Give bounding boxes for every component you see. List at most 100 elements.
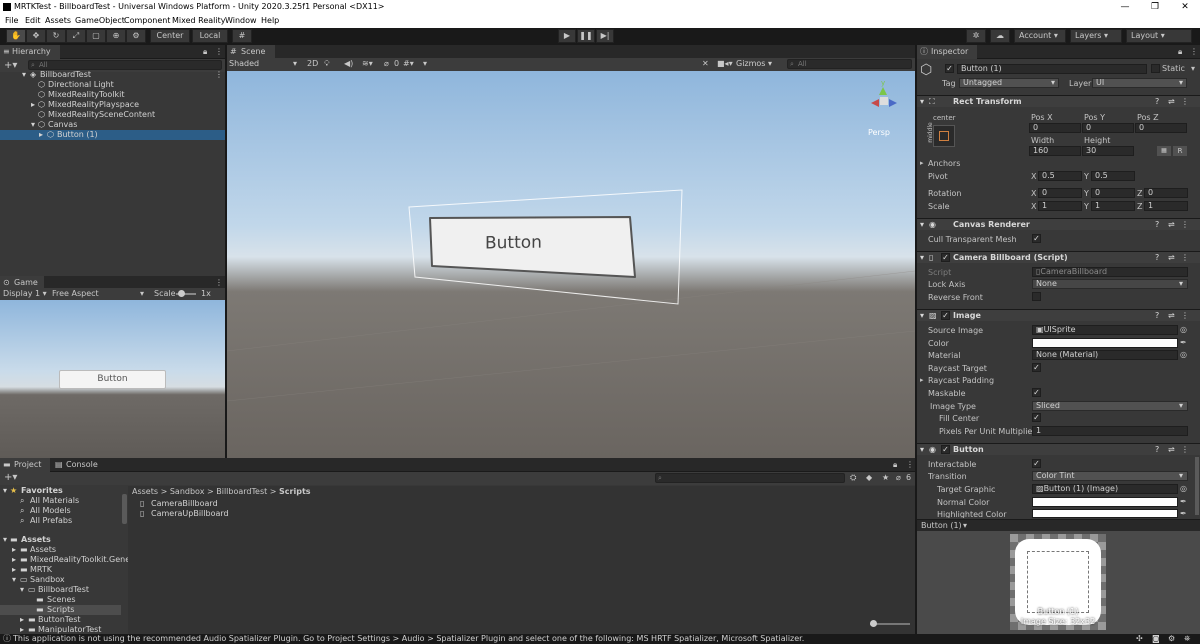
scale-x-input[interactable]: 1 — [1038, 201, 1082, 211]
highlighted-color-swatch[interactable] — [1032, 509, 1178, 518]
tree-item[interactable]: ▸ ▬ ManipulatorTest — [0, 625, 128, 634]
expand-icon[interactable]: ▸ — [20, 625, 24, 634]
eyedropper-icon[interactable]: ✒ — [1180, 509, 1187, 518]
preset-icon[interactable]: ⇌ — [1168, 310, 1175, 322]
object-name-input[interactable]: Button (1) — [957, 64, 1147, 74]
tab-hierarchy[interactable]: ≡ Hierarchy — [0, 45, 60, 59]
expand-icon[interactable]: ▸ — [12, 545, 16, 555]
effects-icon[interactable]: ≋▾ — [362, 59, 373, 68]
source-image-field[interactable]: ▣UISprite — [1032, 325, 1178, 335]
hierarchy-search-input[interactable]: ⌕ All — [28, 60, 222, 70]
component-enabled-checkbox[interactable]: ✓ — [941, 311, 950, 320]
expand-icon[interactable]: ▾ — [920, 96, 924, 108]
scene-options-icon[interactable]: ▾ — [423, 59, 427, 68]
filter-type-icon[interactable]: ⛭ — [850, 473, 856, 483]
cache-icon[interactable]: ◙ — [1152, 634, 1160, 644]
image-header[interactable]: ▾ ▨ ✓ Image ? ⇌ ⋮ — [917, 309, 1200, 321]
lock-icon[interactable]: 🔒︎ — [203, 47, 207, 57]
game-button[interactable]: Button — [59, 370, 166, 389]
tree-item[interactable]: ▸ ▬ Assets — [0, 545, 128, 555]
expand-icon[interactable]: ▾ — [920, 219, 924, 231]
expand-icon[interactable]: ▸ — [20, 615, 24, 625]
scene-viewport[interactable]: Button y Persp — [227, 71, 915, 458]
tree-item[interactable]: ▾ ▭ Sandbox — [0, 575, 128, 585]
reverse-front-checkbox[interactable] — [1032, 292, 1041, 301]
tab-scene[interactable]: # Scene — [227, 45, 275, 59]
layers-dropdown[interactable]: Layers ▾ — [1070, 29, 1122, 43]
grid-snap-icon[interactable]: # — [232, 29, 252, 43]
kebab-menu-icon[interactable]: ⋮ — [1181, 310, 1189, 322]
gizmos-dropdown[interactable]: Gizmos ▾ — [736, 59, 772, 68]
hidden-packages-icon[interactable]: ⌀ — [896, 473, 901, 482]
object-picker-icon[interactable]: ◎ — [1180, 484, 1187, 493]
menu-help[interactable]: Help — [261, 16, 279, 25]
icon-size-slider-handle[interactable] — [870, 620, 877, 627]
pause-button[interactable]: ❚❚ — [577, 29, 595, 43]
expand-icon[interactable]: ▾ — [3, 486, 7, 496]
kebab-menu-icon[interactable]: ⋮ — [215, 70, 223, 80]
posz-input[interactable]: 0 — [1135, 123, 1187, 133]
help-icon[interactable]: ? — [1155, 96, 1159, 108]
aspect-dropdown[interactable]: Free Aspect ▾ — [52, 289, 148, 298]
kebab-menu-icon[interactable]: ⋮ — [215, 47, 223, 56]
scale-z-input[interactable]: 1 — [1144, 201, 1188, 211]
expand-icon[interactable]: ▸ — [920, 159, 924, 167]
expand-icon[interactable]: ▸ — [39, 130, 43, 140]
cloud-icon[interactable]: ☁ — [990, 29, 1010, 43]
rot-z-input[interactable]: 0 — [1144, 188, 1188, 198]
expand-icon[interactable]: ▾ — [3, 535, 7, 545]
rotate-tool-icon[interactable]: ↻ — [46, 29, 66, 43]
lock-icon[interactable]: 🔒︎ — [893, 460, 897, 470]
normal-color-swatch[interactable] — [1032, 497, 1178, 507]
favorite-item[interactable]: ⌕ All Prefabs — [0, 516, 128, 526]
hierarchy-item-mixedrealityplayspace[interactable]: ▸ ⬡ MixedRealityPlayspace — [0, 100, 225, 110]
projection-label[interactable]: Persp — [868, 128, 890, 137]
canvas-renderer-header[interactable]: ▾ ◉ Canvas Renderer ? ⇌ ⋮ — [917, 218, 1200, 230]
lock-icon[interactable]: 🔒︎ — [1178, 47, 1182, 57]
eyedropper-icon[interactable]: ✒ — [1180, 497, 1187, 506]
minimize-button[interactable]: — — [1110, 0, 1140, 14]
game-viewport[interactable]: Button — [0, 300, 225, 458]
component-enabled-checkbox[interactable]: ✓ — [941, 253, 950, 262]
fill-center-checkbox[interactable]: ✓ — [1032, 413, 1041, 422]
mode-2d-button[interactable]: 2D — [307, 59, 318, 68]
hierarchy-item-directional-light[interactable]: ⬡ Directional Light — [0, 80, 225, 90]
scene-search-input[interactable]: ⌕ All — [787, 59, 912, 69]
audio-icon[interactable]: ◀) — [344, 59, 353, 68]
menu-file[interactable]: File — [5, 16, 18, 25]
active-checkbox[interactable]: ✓ — [945, 64, 954, 73]
menu-mixed-reality[interactable]: Mixed Reality — [172, 16, 226, 25]
static-checkbox[interactable] — [1151, 64, 1160, 73]
raw-edit-button[interactable]: R — [1173, 146, 1187, 156]
breadcrumb-item[interactable]: BillboardTest — [216, 487, 267, 496]
chevron-down-icon[interactable]: ▾ — [1191, 64, 1195, 73]
blueprint-mode-icon[interactable]: ▦ — [1157, 146, 1171, 156]
kebab-menu-icon[interactable]: ⋮ — [1181, 252, 1189, 264]
tab-console[interactable]: ▤ Console — [52, 458, 98, 471]
preset-icon[interactable]: ⇌ — [1168, 219, 1175, 231]
posx-input[interactable]: 0 — [1029, 123, 1081, 133]
menu-assets[interactable]: Assets — [45, 16, 71, 25]
component-enabled-checkbox[interactable]: ✓ — [941, 445, 950, 454]
expand-icon[interactable]: ▾ — [12, 575, 16, 585]
grid-toggle-icon[interactable]: #▾ — [403, 59, 414, 68]
kebab-menu-icon[interactable]: ⋮ — [1181, 219, 1189, 231]
custom-tool-icon[interactable]: ⚙ — [126, 29, 146, 43]
step-button[interactable]: ▶| — [596, 29, 614, 43]
maskable-checkbox[interactable]: ✓ — [1032, 388, 1041, 397]
eyedropper-icon[interactable]: ✒ — [1180, 338, 1187, 347]
menu-edit[interactable]: Edit — [25, 16, 41, 25]
status-bar[interactable]: ⓘ This application is not using the reco… — [0, 634, 1200, 644]
scale-tool-icon[interactable]: ⤢ — [66, 29, 86, 43]
preset-icon[interactable]: ⇌ — [1168, 444, 1175, 456]
display-dropdown[interactable]: Display 1 ▾ — [3, 289, 47, 298]
menu-gameobject[interactable]: GameObject — [75, 16, 125, 25]
rect-tool-icon[interactable]: ▢ — [86, 29, 106, 43]
menu-component[interactable]: Component — [124, 16, 170, 25]
lock-axis-dropdown[interactable]: None ▾ — [1032, 279, 1188, 289]
expand-icon[interactable]: ▾ — [920, 310, 924, 322]
tree-scrollbar[interactable] — [122, 494, 127, 524]
anchor-preset-button[interactable] — [933, 125, 955, 147]
add-icon[interactable]: +▾ — [4, 472, 17, 483]
tree-item[interactable]: ▸ ▬ MixedRealityToolkit.Gene — [0, 555, 128, 565]
